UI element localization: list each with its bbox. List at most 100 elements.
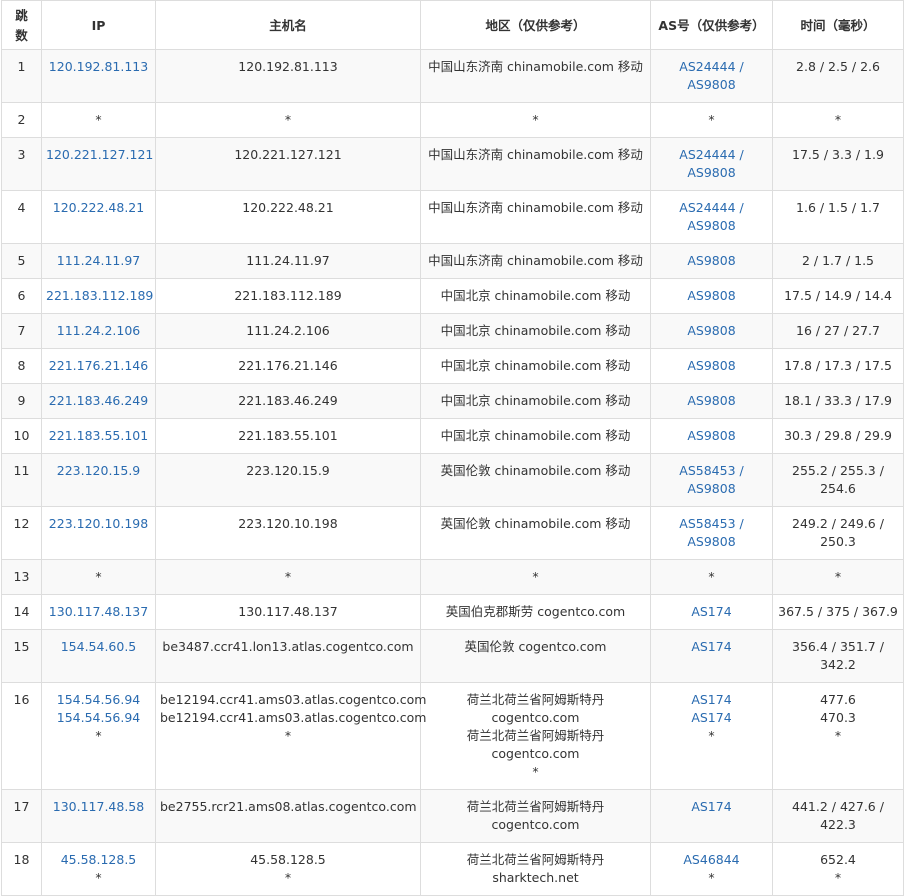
ip-link[interactable]: 221.183.55.101 (46, 427, 151, 445)
as-link[interactable]: AS46844 (655, 851, 768, 869)
ip-link[interactable]: 120.221.127.121 (46, 146, 153, 164)
ip-text: * (95, 112, 102, 127)
host-text: 221.183.55.101 (238, 428, 338, 443)
ip-link[interactable]: 223.120.15.9 (46, 462, 151, 480)
time-text: 342.2 (820, 657, 856, 672)
as-link[interactable]: AS9808 (655, 217, 768, 235)
as-link[interactable]: AS174 (655, 638, 768, 656)
as-link[interactable]: AS9808 (655, 252, 768, 270)
region-cell: 荷兰北荷兰省阿姆斯特丹 sharktech.net (420, 842, 651, 896)
host-text: 120.192.81.113 (238, 59, 338, 74)
as-link[interactable]: AS24444 / (655, 199, 768, 217)
as-link[interactable]: AS9808 (655, 322, 768, 340)
region-text: 荷兰北荷兰省阿姆斯特丹 (466, 728, 605, 743)
time-text: 16 / 27 / 27.7 (796, 323, 880, 338)
as-cell: AS9808 (650, 243, 773, 279)
region-text: * (532, 764, 539, 779)
table-row: 18 45.58.128.5 * 45.58.128.5 * 荷兰北荷兰省阿姆斯特丹 sha… (1, 842, 904, 896)
ip-link[interactable]: 154.54.56.94 (46, 709, 151, 727)
region-text: cogentco.com (491, 746, 580, 761)
hop-cell: 18 (1, 842, 42, 896)
time-text: 2.8 / 2.5 / 2.6 (796, 59, 880, 74)
ip-link[interactable]: 221.183.112.189 (46, 287, 153, 305)
header-ip: IP (41, 0, 156, 50)
host-text: 111.24.11.97 (246, 253, 330, 268)
as-cell: AS24444 /AS9808 (650, 137, 773, 191)
ip-link[interactable]: 111.24.11.97 (46, 252, 151, 270)
table-row: 6 221.183.112.189 221.183.112.189 中国北京 chin… (1, 278, 904, 314)
table-header-row: 跳数 IP 主机名 地区（仅供参考） AS号（仅供参考） 时间（毫秒） (1, 0, 904, 50)
host-text: be3487.ccr41.lon13.atlas.cogentco.com (162, 639, 414, 654)
as-link[interactable]: AS174 (655, 603, 768, 621)
time-cell: 17.5 / 14.9 / 14.4 (772, 278, 904, 314)
ip-cell: 111.24.2.106 (41, 313, 156, 349)
region-cell: 荷兰北荷兰省阿姆斯特丹 cogentco.com 荷兰北荷兰省阿姆斯特丹 cogent… (420, 682, 651, 790)
ip-link[interactable]: 154.54.56.94 (46, 691, 151, 709)
ip-link[interactable]: 223.120.10.198 (46, 515, 151, 533)
header-region: 地区（仅供参考） (420, 0, 651, 50)
ip-link[interactable]: 221.183.46.249 (46, 392, 151, 410)
ip-cell: 120.221.127.121 (41, 137, 156, 191)
as-link[interactable]: AS9808 (655, 427, 768, 445)
hop-cell: 4 (1, 190, 42, 244)
host-text: be12194.ccr41.ams03.atlas.cogentco.com (160, 710, 427, 725)
as-cell: AS9808 (650, 313, 773, 349)
hop-cell: 3 (1, 137, 42, 191)
region-cell: 英国伯克郡斯劳 cogentco.com (420, 594, 651, 630)
as-link[interactable]: AS9808 (655, 357, 768, 375)
hostname-cell: 111.24.2.106 (155, 313, 421, 349)
as-text: * (708, 870, 715, 885)
as-link[interactable]: AS174 (655, 709, 768, 727)
host-text: 120.221.127.121 (234, 147, 342, 162)
table-row: 2 * * * * * (1, 102, 904, 138)
as-cell: AS46844 * (650, 842, 773, 896)
hop-cell: 11 (1, 453, 42, 507)
time-cell: 2 / 1.7 / 1.5 (772, 243, 904, 279)
header-as: AS号（仅供参考） (650, 0, 773, 50)
ip-link[interactable]: 130.117.48.58 (46, 798, 151, 816)
time-text: 356.4 / 351.7 / (792, 639, 884, 654)
hop-cell: 2 (1, 102, 42, 138)
as-cell: AS9808 (650, 418, 773, 454)
as-cell: AS9808 (650, 348, 773, 384)
as-link[interactable]: AS174 (655, 691, 768, 709)
hostname-cell: 221.183.55.101 (155, 418, 421, 454)
as-link[interactable]: AS9808 (655, 76, 768, 94)
ip-link[interactable]: 130.117.48.137 (46, 603, 151, 621)
ip-cell: 154.54.56.94 154.54.56.94 * (41, 682, 156, 790)
time-cell: 367.5 / 375 / 367.9 (772, 594, 904, 630)
ip-cell: 120.192.81.113 (41, 49, 156, 103)
time-cell: 652.4 * (772, 842, 904, 896)
host-text: 221.183.46.249 (238, 393, 338, 408)
as-link[interactable]: AS58453 / (655, 462, 768, 480)
ip-link[interactable]: 221.176.21.146 (46, 357, 151, 375)
as-link[interactable]: AS24444 / (655, 146, 768, 164)
as-link[interactable]: AS58453 / (655, 515, 768, 533)
ip-link[interactable]: 154.54.60.5 (46, 638, 151, 656)
hop-cell: 12 (1, 506, 42, 560)
table-row: 7 111.24.2.106 111.24.2.106 中国北京 chinamobil… (1, 313, 904, 349)
time-cell: * (772, 102, 904, 138)
ip-cell: 120.222.48.21 (41, 190, 156, 244)
as-link[interactable]: AS174 (655, 798, 768, 816)
ip-link[interactable]: 120.192.81.113 (46, 58, 151, 76)
ip-cell: 154.54.60.5 (41, 629, 156, 683)
table-row: 14 130.117.48.137 130.117.48.137 英国伯克郡斯劳 co… (1, 594, 904, 630)
time-text: * (834, 728, 842, 743)
as-link[interactable]: AS9808 (655, 480, 768, 498)
as-cell: * (650, 102, 773, 138)
ip-link[interactable]: 111.24.2.106 (46, 322, 151, 340)
as-link[interactable]: AS24444 / (655, 58, 768, 76)
ip-link[interactable]: 120.222.48.21 (46, 199, 151, 217)
as-link[interactable]: AS9808 (655, 287, 768, 305)
as-cell: AS174 (650, 594, 773, 630)
region-cell: 中国北京 chinamobile.com 移动 (420, 348, 651, 384)
ip-link[interactable]: 45.58.128.5 (46, 851, 151, 869)
table-body: 1 120.192.81.113 120.192.81.113 中国山东济南 chin… (1, 49, 904, 896)
as-link[interactable]: AS9808 (655, 392, 768, 410)
region-text: 英国伯克郡斯劳 cogentco.com (445, 604, 626, 619)
as-link[interactable]: AS9808 (655, 164, 768, 182)
ip-cell: 45.58.128.5 * (41, 842, 156, 896)
as-link[interactable]: AS9808 (655, 533, 768, 551)
region-text: 中国北京 chinamobile.com 移动 (440, 288, 631, 303)
